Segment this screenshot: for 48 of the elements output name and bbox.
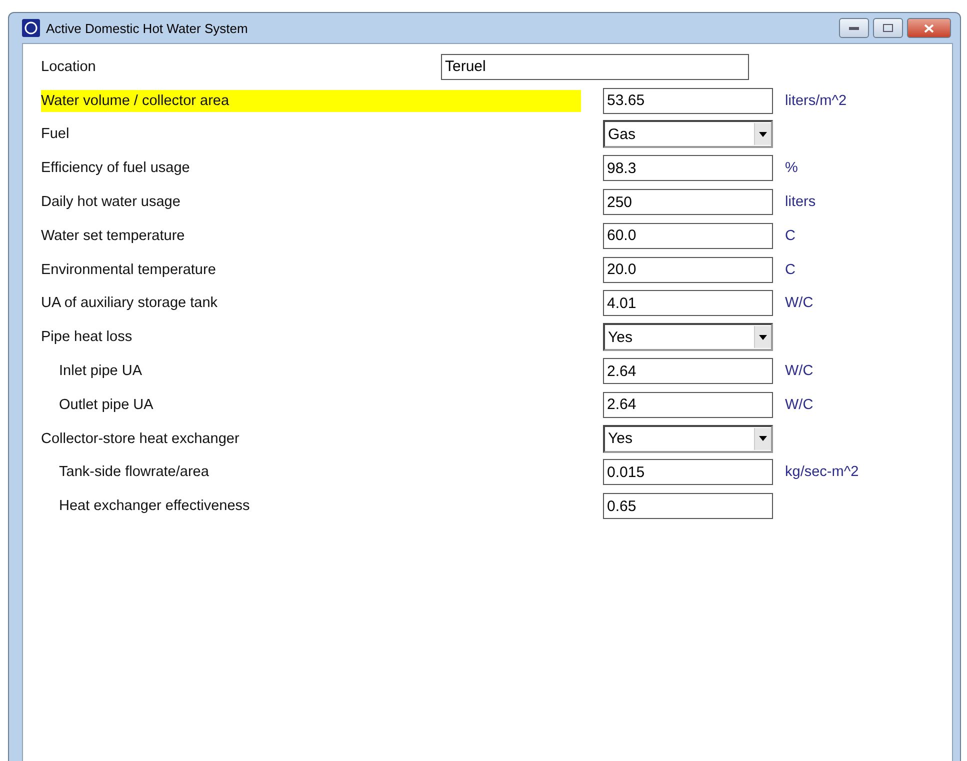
field-label: Outlet pipe UA [59,396,154,415]
unit-label: W/C [785,295,814,312]
input-field[interactable]: 2.64 [603,358,773,384]
field-label: Efficiency of fuel usage [41,159,191,178]
unit-label: % [785,160,798,176]
field-label: Heat exchanger effectiveness [59,497,251,516]
input-field[interactable]: 0.015 [603,459,773,486]
field-label: Collector-store heat exchanger [41,430,240,449]
caret-icon [759,132,767,137]
unit-label: liters/m^2 [785,92,847,109]
dropdown[interactable]: Yes [603,424,773,453]
unit-label: W/C [785,396,814,413]
input-field[interactable]: 98.3 [603,155,773,182]
maximize-icon [883,24,893,32]
field-label: Tank-side flowrate/area [59,463,210,482]
input-field[interactable]: 2.64 [603,392,773,418]
unit-label: C [785,262,796,278]
unit-label: C [785,228,796,244]
unit-label: kg/sec-m^2 [785,464,859,480]
field-label: Water set temperature [41,226,186,246]
input-field[interactable]: 0.65 [603,493,773,520]
input-field[interactable]: 250 [603,189,773,216]
app-icon [22,19,40,37]
field-label: Fuel [41,125,70,144]
field-label: Inlet pipe UA [59,362,144,382]
caret-icon [759,334,767,340]
input-field[interactable]: 4.01 [603,290,773,316]
unit-label: liters [785,194,816,210]
close-button[interactable] [907,18,951,38]
close-icon [924,24,934,32]
field-label: UA of auxiliary storage tank [41,294,219,314]
input-field[interactable]: 20.0 [603,256,773,283]
dropdown[interactable]: Yes [603,323,773,352]
field-label: Water volume / collector area [41,90,581,112]
window-title: Active Domestic Hot Water System [46,20,249,36]
field-label: Daily hot water usage [41,193,182,212]
minimize-icon [849,26,859,30]
field-label: Pipe heat loss [41,328,134,348]
maximize-button[interactable] [873,18,903,38]
minimize-button[interactable] [839,18,869,38]
dropdown[interactable]: Gas [603,120,773,148]
field-label: Location [41,58,97,77]
input-field[interactable]: 60.0 [603,222,773,249]
location-field[interactable]: Teruel [441,54,749,80]
unit-label: W/C [785,363,814,380]
field-label: Environmental temperature [41,260,217,280]
caret-icon [759,436,767,442]
input-field[interactable]: 53.65 [603,88,773,114]
